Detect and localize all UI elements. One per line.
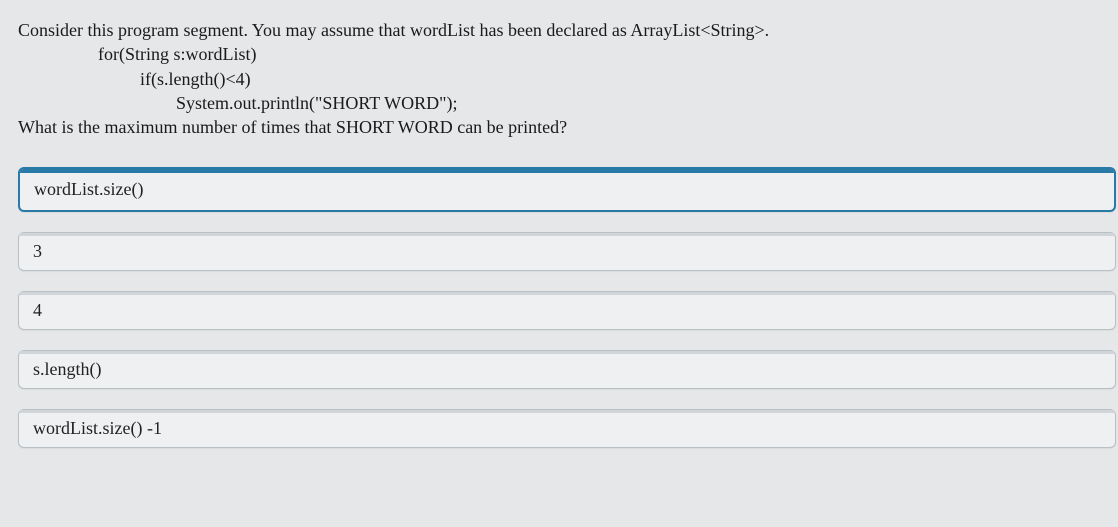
option-5[interactable]: wordList.size() -1 xyxy=(18,409,1116,448)
question-line-2: for(String s:wordList) xyxy=(18,42,1118,66)
question-line-3: if(s.length()<4) xyxy=(18,67,1118,91)
option-label: wordList.size() -1 xyxy=(33,418,162,438)
option-label: wordList.size() xyxy=(34,179,143,199)
question-line-4: System.out.println("SHORT WORD"); xyxy=(18,91,1118,115)
question-line-1: Consider this program segment. You may a… xyxy=(18,18,1118,42)
option-3[interactable]: 4 xyxy=(18,291,1116,330)
option-2[interactable]: 3 xyxy=(18,232,1116,271)
question-line-5: What is the maximum number of times that… xyxy=(18,115,1118,139)
question-text: Consider this program segment. You may a… xyxy=(18,18,1118,139)
option-label: s.length() xyxy=(33,359,101,379)
options-list: wordList.size() 3 4 s.length() wordList.… xyxy=(18,167,1118,448)
option-1[interactable]: wordList.size() xyxy=(18,167,1116,212)
option-label: 3 xyxy=(33,241,42,261)
option-4[interactable]: s.length() xyxy=(18,350,1116,389)
option-label: 4 xyxy=(33,300,42,320)
